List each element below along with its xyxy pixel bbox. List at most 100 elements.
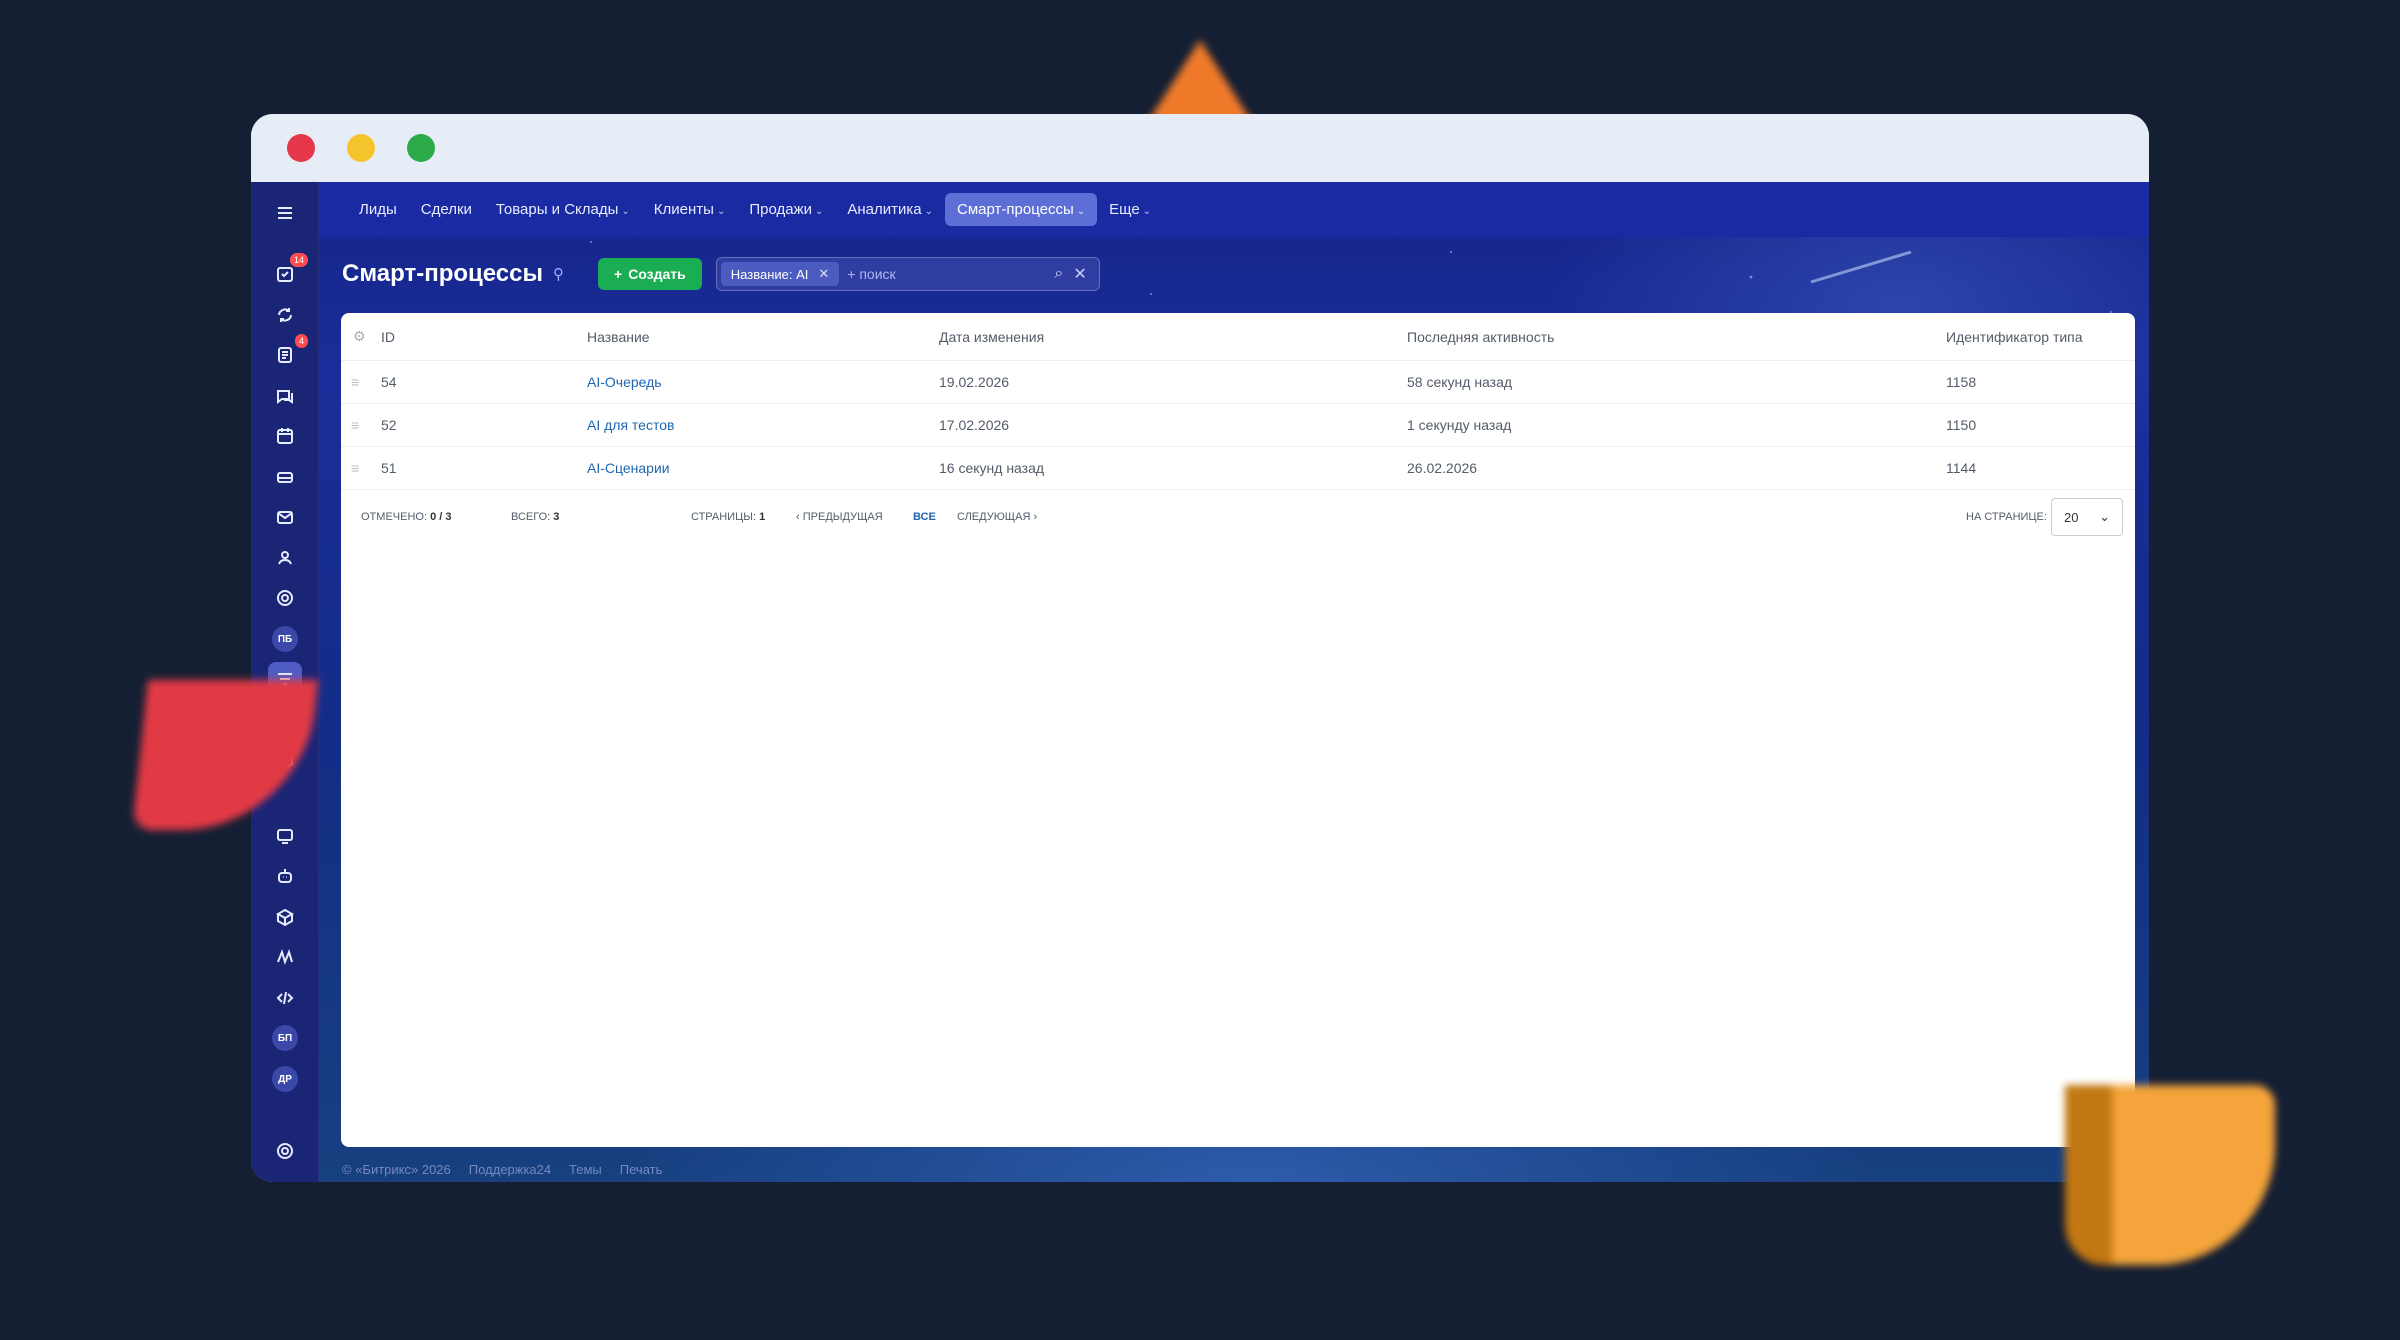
- table-row[interactable]: ≡ 51 AI-Сценарии 16 секунд назад 26.02.2026 1…: [341, 447, 2135, 490]
- nav-item-label: Смарт-процессы: [957, 201, 1074, 218]
- cell-type-id: 1158: [1946, 374, 1977, 390]
- cube-icon[interactable]: [268, 900, 302, 934]
- drag-handle-icon[interactable]: ≡: [351, 417, 359, 433]
- market-icon[interactable]: [268, 940, 302, 974]
- cell-name-link[interactable]: AI для тестов: [587, 417, 674, 433]
- column-settings-gear-icon[interactable]: ⚙: [353, 328, 366, 345]
- chevron-down-icon: ⌄: [2099, 509, 2110, 524]
- drag-handle-icon[interactable]: ≡: [351, 460, 359, 476]
- filter-tag[interactable]: Название: AI ✕: [720, 262, 840, 286]
- column-header-activity[interactable]: Последняя активность: [1407, 329, 1554, 345]
- settings-icon[interactable]: [268, 1134, 302, 1168]
- remove-filter-icon[interactable]: ✕: [818, 266, 829, 282]
- total-label: Всего:: [511, 511, 551, 523]
- cell-name-link[interactable]: AI-Сценарии: [587, 460, 670, 476]
- column-header-name[interactable]: Название: [587, 329, 650, 345]
- nav-item-1[interactable]: Сделки: [409, 193, 484, 226]
- cell-id: 54: [381, 374, 397, 390]
- maximize-window-button[interactable]: [407, 134, 435, 162]
- nav-item-label: Лиды: [359, 201, 397, 218]
- nav-item-4[interactable]: Продажи ⌄: [737, 193, 835, 226]
- table-row[interactable]: ≡ 54 AI-Очередь 19.02.2026 58 секунд назад 11…: [341, 361, 2135, 404]
- chevron-down-icon: ⌄: [815, 206, 824, 217]
- chevron-down-icon: ⌄: [1076, 206, 1086, 217]
- monitor-icon[interactable]: [268, 819, 302, 853]
- calendar-icon[interactable]: [268, 419, 302, 453]
- nav-item-7[interactable]: Еще ⌄: [1097, 193, 1163, 226]
- page-title: Смарт-процессы: [342, 260, 543, 287]
- cell-type-id: 1144: [1946, 460, 1977, 476]
- grid-header: ⚙ ID Название Дата изменения Последняя а…: [341, 313, 2135, 361]
- feed-icon[interactable]: 4: [268, 334, 308, 372]
- all-pages-link[interactable]: Все: [913, 511, 936, 523]
- contacts-icon[interactable]: [268, 541, 302, 575]
- print-link[interactable]: Печать: [620, 1162, 663, 1177]
- drag-handle-icon[interactable]: ≡: [351, 374, 359, 390]
- minimize-window-button[interactable]: [347, 134, 375, 162]
- nav-item-2[interactable]: Товары и Склады ⌄: [484, 193, 642, 226]
- nav-item-label: Аналитика: [847, 201, 922, 218]
- rail-dr[interactable]: ДР: [268, 1062, 302, 1096]
- per-page-select[interactable]: 20 ⌄: [2051, 498, 2123, 536]
- browser-window: 14 4 ПБ БП ДР Лиды Сделки Товары и Склад…: [251, 114, 2149, 1182]
- column-header-type-id[interactable]: Идентификатор типа: [1946, 329, 2083, 345]
- target-icon[interactable]: [268, 581, 302, 615]
- nav-item-label: Еще: [1109, 201, 1140, 218]
- rail-pb[interactable]: ПБ: [268, 622, 302, 656]
- code-icon[interactable]: [268, 981, 302, 1015]
- clear-search-icon[interactable]: ✕: [1073, 264, 1086, 284]
- prev-label: Предыдущая: [802, 511, 883, 523]
- cell-type-id: 1150: [1946, 417, 1977, 433]
- cell-name-link[interactable]: AI-Очередь: [587, 374, 662, 390]
- nav-item-5[interactable]: Аналитика ⌄: [835, 193, 945, 226]
- filter-search-box[interactable]: Название: AI ✕ + поиск ⌕ ✕: [715, 257, 1100, 291]
- selected-count: Отмечено: 0 / 3: [361, 511, 451, 523]
- create-button-label: Создать: [628, 266, 686, 282]
- menu-icon[interactable]: [268, 196, 302, 230]
- nav-item-3[interactable]: Клиенты ⌄: [642, 193, 738, 226]
- dr-badge: ДР: [272, 1066, 298, 1092]
- nav-item-label: Товары и Склады: [495, 201, 619, 218]
- support-link[interactable]: Поддержка24: [469, 1162, 551, 1177]
- close-window-button[interactable]: [287, 134, 315, 162]
- window-titlebar: [251, 114, 2149, 182]
- tasks-icon[interactable]: 14: [268, 253, 308, 291]
- table-row[interactable]: ≡ 52 AI для тестов 17.02.2026 1 секунду наза…: [341, 404, 2135, 447]
- nav-item-6[interactable]: Смарт-процессы ⌄: [945, 193, 1098, 226]
- chat-icon[interactable]: [268, 379, 302, 413]
- pages: Страницы: 1: [691, 511, 765, 523]
- drive-icon[interactable]: [268, 460, 302, 494]
- pin-icon[interactable]: ⚲: [553, 265, 564, 283]
- copyright-text: © «Битрикс» 2026: [342, 1162, 451, 1177]
- cell-activity: 1 секунду назад: [1407, 417, 1512, 433]
- app-area: 14 4 ПБ БП ДР Лиды Сделки Товары и Склад…: [251, 182, 2149, 1182]
- robot-icon[interactable]: [268, 859, 302, 893]
- next-page-link[interactable]: Следующая ›: [957, 511, 1037, 523]
- decorative-orange-shape: [2065, 1085, 2275, 1265]
- selected-label: Отмечено:: [361, 511, 427, 523]
- column-header-id[interactable]: ID: [381, 329, 395, 345]
- plus-icon: +: [614, 266, 623, 282]
- prev-page-link[interactable]: ‹ Предыдущая: [796, 511, 883, 523]
- rail-bp[interactable]: БП: [268, 1021, 302, 1055]
- mail-icon[interactable]: [268, 500, 302, 534]
- selected-value: 0 / 3: [430, 511, 452, 523]
- grid-body: ≡ 54 AI-Очередь 19.02.2026 58 секунд назад 11…: [341, 361, 2135, 490]
- themes-link[interactable]: Темы: [569, 1162, 602, 1177]
- cell-date: 16 секунд назад: [939, 460, 1045, 476]
- sync-icon[interactable]: [268, 298, 302, 332]
- cell-activity: 58 секунд назад: [1407, 374, 1513, 390]
- search-input[interactable]: + поиск: [847, 266, 1054, 282]
- nav-item-label: Продажи: [749, 201, 812, 218]
- top-navigation: Лиды Сделки Товары и Склады ⌄ Клиенты ⌄ Продаж…: [319, 182, 2149, 237]
- search-icon[interactable]: ⌕: [1054, 265, 1063, 283]
- cell-date: 19.02.2026: [939, 374, 1010, 390]
- per-page-value: 20: [2064, 509, 2079, 525]
- grid-footer: Отмечено: 0 / 3 Всего: 3 Страницы: 1 ‹ П…: [341, 490, 2135, 544]
- column-header-date[interactable]: Дата изменения: [939, 329, 1044, 345]
- total-value: 3: [553, 511, 560, 523]
- cell-activity: 26.02.2026: [1407, 460, 1478, 476]
- create-button[interactable]: + Создать: [598, 258, 702, 290]
- nav-item-0[interactable]: Лиды: [347, 193, 409, 226]
- chevron-down-icon: ⌄: [621, 206, 630, 217]
